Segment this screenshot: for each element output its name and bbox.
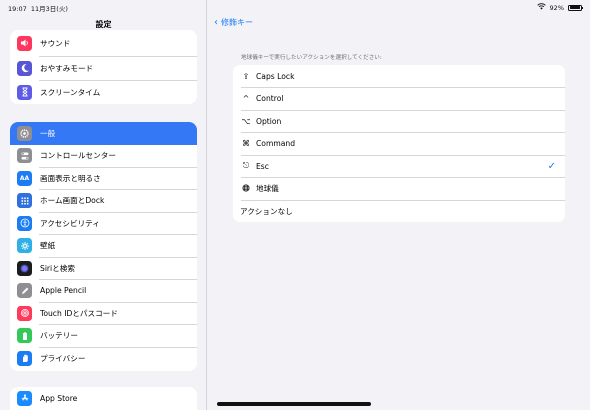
sidebar-title: 設定 <box>95 20 112 29</box>
sidebar-item-label: 一般 <box>40 128 56 138</box>
settings-group-3: App Store <box>10 387 197 410</box>
caps-lock-icon: ⇪ <box>242 71 250 81</box>
option-label: Command <box>256 139 296 149</box>
option-command[interactable]: ⌘ Command <box>233 133 565 156</box>
option-label: Option <box>256 116 282 126</box>
back-button-label: 修飾キー <box>221 18 253 27</box>
settings-group-1: サウンド おやすみモード スクリーンタイム <box>10 30 197 104</box>
app-store-icon <box>17 390 32 406</box>
moon-icon <box>17 60 32 76</box>
option-control[interactable]: ^ Control <box>233 88 565 111</box>
speaker-icon <box>17 35 32 51</box>
sidebar-item-general[interactable]: 一般 <box>10 122 197 145</box>
home-indicator[interactable] <box>217 402 371 406</box>
sidebar: 19:07 11月3日(火) 設定 サウンド おやすみモード スクリーンタイム <box>0 0 207 410</box>
option-option[interactable]: ⌥ Option <box>233 110 565 133</box>
option-caps-lock[interactable]: ⇪ Caps Lock <box>233 65 565 88</box>
sidebar-item-siri-search[interactable]: Siriと検索 <box>10 257 197 280</box>
sidebar-item-app-store[interactable]: App Store <box>10 387 197 410</box>
option-no-action[interactable]: アクションなし <box>233 200 565 222</box>
status-bar-left: 19:07 11月3日(火) <box>8 3 68 13</box>
sidebar-item-battery[interactable]: バッテリー <box>10 325 197 348</box>
option-globe[interactable]: 地球儀 <box>233 178 565 201</box>
status-time: 19:07 <box>8 5 27 13</box>
option-label: Esc <box>256 161 269 171</box>
sidebar-item-label: おやすみモード <box>40 63 94 73</box>
sidebar-item-display-brightness[interactable]: AA 画面表示と明るさ <box>10 167 197 190</box>
checkmark-icon: ✓ <box>547 160 556 172</box>
sidebar-item-label: サウンド <box>40 38 71 48</box>
siri-icon <box>17 260 32 276</box>
battery-percentage: 92% <box>549 3 564 12</box>
globe-key-options: ⇪ Caps Lock ^ Control ⌥ Option ⌘ Command… <box>233 65 565 222</box>
sidebar-item-label: Apple Pencil <box>40 286 87 296</box>
detail-pane: 92% ‹ 修飾キー 地球儀キーで実行したいアクションを選択してください: ⇪ … <box>208 0 590 410</box>
sidebar-item-do-not-disturb[interactable]: おやすみモード <box>10 56 197 80</box>
sidebar-item-label: コントロールセンター <box>40 151 116 161</box>
section-header: 地球儀キーで実行したいアクションを選択してください: <box>241 55 382 61</box>
hand-icon <box>17 350 32 366</box>
option-label: Control <box>256 94 284 104</box>
option-label: 地球儀 <box>256 184 279 194</box>
chevron-left-icon: ‹ <box>214 16 218 28</box>
sidebar-item-home-screen-dock[interactable]: ホーム画面とDock <box>10 190 197 213</box>
settings-group-2: 一般 コントロールセンター AA 画面表示と明るさ ホーム画面とDock アクセ… <box>10 122 197 371</box>
sidebar-item-label: 壁紙 <box>40 241 56 251</box>
sidebar-item-label: 画面表示と明るさ <box>40 173 101 183</box>
sidebar-item-screen-time[interactable]: スクリーンタイム <box>10 80 197 104</box>
back-button[interactable]: ‹ 修飾キー <box>214 17 253 28</box>
option-esc[interactable]: ⎋ Esc ✓ <box>233 155 565 178</box>
battery-icon <box>17 328 32 344</box>
sidebar-item-label: プライバシー <box>40 353 86 363</box>
battery-status-icon <box>568 4 583 11</box>
sidebar-item-label: Touch IDとパスコード <box>40 308 118 318</box>
escape-icon: ⎋ <box>242 161 250 171</box>
sidebar-item-accessibility[interactable]: アクセシビリティ <box>10 212 197 235</box>
sidebar-item-label: アクセシビリティ <box>40 218 100 228</box>
fingerprint-icon <box>17 305 32 321</box>
status-bar-right: 92% <box>536 3 583 12</box>
sidebar-item-sounds[interactable]: サウンド <box>10 30 197 56</box>
status-date: 11月3日(火) <box>30 5 68 13</box>
sidebar-item-label: スクリーンタイム <box>40 87 101 97</box>
sidebar-item-label: バッテリー <box>40 331 78 341</box>
sidebar-item-privacy[interactable]: プライバシー <box>10 347 197 370</box>
sidebar-item-control-center[interactable]: コントロールセンター <box>10 145 197 168</box>
grid-icon <box>17 193 32 209</box>
hourglass-icon <box>17 84 32 100</box>
option-label: Caps Lock <box>256 71 295 81</box>
sidebar-item-label: ホーム画面とDock <box>40 196 105 206</box>
control-icon: ^ <box>242 94 250 104</box>
wifi-icon <box>536 3 546 12</box>
globe-icon <box>241 184 251 194</box>
gear-icon <box>17 125 32 141</box>
accessibility-icon <box>17 215 32 231</box>
wallpaper-icon <box>17 238 32 254</box>
option-icon: ⌥ <box>241 116 251 126</box>
pencil-icon <box>17 283 32 299</box>
sidebar-item-touch-id-passcode[interactable]: Touch IDとパスコード <box>10 302 197 325</box>
sidebar-item-apple-pencil[interactable]: Apple Pencil <box>10 280 197 303</box>
option-label: アクションなし <box>240 206 293 216</box>
sidebar-item-label: Siriと検索 <box>40 263 75 273</box>
command-icon: ⌘ <box>242 139 250 149</box>
sidebar-item-wallpaper[interactable]: 壁紙 <box>10 235 197 258</box>
sidebar-item-label: App Store <box>40 393 78 403</box>
text-size-icon: AA <box>17 170 32 186</box>
toggles-icon <box>17 148 32 164</box>
